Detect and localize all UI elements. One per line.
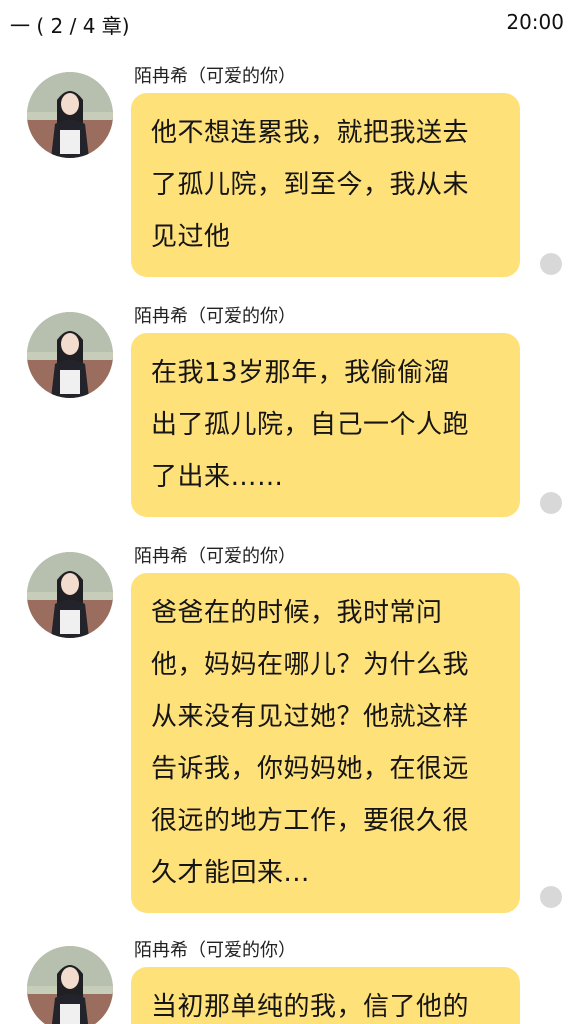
message-bubble[interactable]: 他不想连累我，就把我送去 了孤儿院，到至今，我从未 见过他 [131,93,520,277]
message-line: 当初那单纯的我，信了他的 [151,992,470,1022]
avatar-photo-icon [27,946,113,1024]
message-line: 见过他 [151,222,231,252]
status-bar: 一 ( 2 / 4 章) 20:00 [0,0,576,44]
clock: 20:00 [506,10,564,34]
read-status-dot [540,886,562,908]
message-bubble[interactable]: 爸爸在的时候，我时常问 他，妈妈在哪儿？为什么我 从来没有见过她？他就这样 告诉… [131,573,520,913]
avatar-photo-icon [27,312,113,398]
read-status-dot [540,492,562,514]
message-line: 从来没有见过她？他就这样 [151,702,470,732]
sender-name: 陌冉希（可爱的你） [134,306,296,327]
sender-name: 陌冉希（可爱的你） [134,940,296,961]
message-line: 久才能回来... [151,858,310,888]
read-status-dot [540,253,562,275]
message-line: 他不想连累我，就把我送去 [151,118,470,148]
chapter-indicator[interactable]: 一 ( 2 / 4 章) [10,10,130,39]
message-line: 很远的地方工作，要很久很 [151,806,470,836]
message-bubble[interactable]: 当初那单纯的我，信了他的 [131,967,520,1024]
avatar[interactable] [27,312,113,398]
avatar-photo-icon [27,552,113,638]
message-line: 告诉我，你妈妈她，在很远 [151,754,470,784]
message-line: 了孤儿院，到至今，我从未 [151,170,470,200]
avatar[interactable] [27,552,113,638]
message-line: 爸爸在的时候，我时常问 [151,598,443,628]
avatar-photo-icon [27,72,113,158]
message-line: 在我13岁那年，我偷偷溜 [151,358,451,388]
message-line: 他，妈妈在哪儿？为什么我 [151,650,470,680]
sender-name: 陌冉希（可爱的你） [134,546,296,567]
chat-screen: 一 ( 2 / 4 章) 20:00 陌冉希（可爱的你） 他不想连累我，就把我送… [0,0,576,1024]
message-line: 了出来…… [151,462,284,492]
avatar[interactable] [27,72,113,158]
message-bubble[interactable]: 在我13岁那年，我偷偷溜 出了孤儿院，自己一个人跑 了出来…… [131,333,520,517]
message-line: 出了孤儿院，自己一个人跑 [151,410,470,440]
sender-name: 陌冉希（可爱的你） [134,66,296,87]
avatar[interactable] [27,946,113,1024]
